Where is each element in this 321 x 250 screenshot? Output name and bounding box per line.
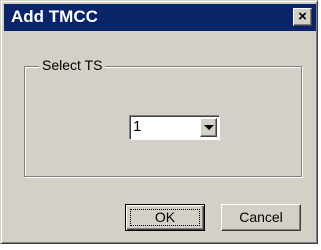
close-icon: × xyxy=(298,8,307,25)
ts-select-dropdown-button[interactable] xyxy=(200,118,217,137)
chevron-down-icon xyxy=(204,125,214,130)
cancel-button[interactable]: Cancel xyxy=(221,204,301,231)
dialog-title: Add TMCC xyxy=(11,7,98,26)
ok-button-label: OK xyxy=(154,209,176,225)
ok-button[interactable]: OK xyxy=(125,204,205,231)
add-tmcc-dialog: Add TMCC × Select TS 1 OK Cancel xyxy=(0,0,318,244)
select-ts-label: Select TS xyxy=(39,56,106,74)
ts-select-combobox[interactable]: 1 xyxy=(129,115,220,140)
close-button[interactable]: × xyxy=(293,8,312,26)
title-bar[interactable]: Add TMCC × xyxy=(4,4,316,31)
ts-select-value: 1 xyxy=(133,118,142,135)
cancel-button-label: Cancel xyxy=(239,209,283,225)
